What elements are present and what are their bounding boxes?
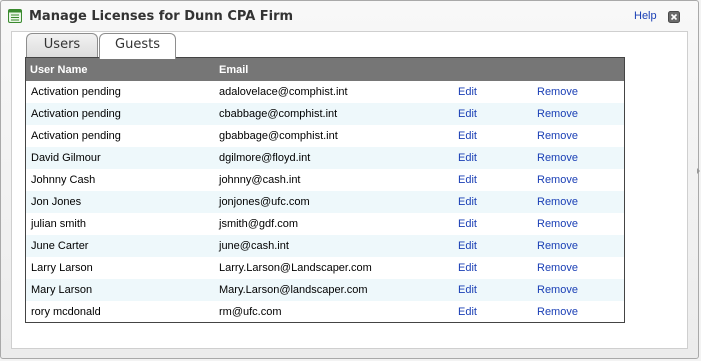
user-name-cell: Activation pending — [31, 108, 121, 120]
tab-users[interactable]: Users — [26, 33, 98, 58]
email-cell: cbabbage@comphist.int — [219, 108, 338, 120]
user-name-cell: June Carter — [31, 240, 89, 252]
email-cell: jonjones@ufc.com — [219, 196, 310, 208]
table-row: Activation pending gbabbage@comphist.int E… — [26, 125, 624, 147]
user-name-cell: David Gilmour — [31, 152, 101, 164]
remove-link[interactable]: Remove — [537, 130, 578, 142]
remove-link[interactable]: Remove — [537, 152, 578, 164]
user-name-cell: julian smith — [31, 218, 87, 230]
column-header-email: Email — [219, 64, 249, 76]
remove-link[interactable]: Remove — [537, 196, 578, 208]
email-cell: adalovelace@comphist.int — [219, 86, 348, 98]
user-name-cell: Jon Jones — [31, 196, 82, 208]
column-header-user-name: User Name — [30, 64, 88, 76]
edit-link[interactable]: Edit — [458, 108, 477, 120]
table-row: Larry Larson Larry.Larson@Landscaper.com E… — [26, 257, 624, 279]
table-row: David Gilmour dgilmore@floyd.int Edit Remov… — [26, 147, 624, 169]
table-row: Activation pending cbabbage@comphist.int E… — [26, 103, 624, 125]
table-row: julian smith jsmith@gdf.com Edit Remove — [26, 213, 624, 235]
remove-link[interactable]: Remove — [537, 262, 578, 274]
email-cell: jsmith@gdf.com — [219, 218, 299, 230]
table-header: User Name Email — [26, 58, 624, 81]
edit-link[interactable]: Edit — [458, 174, 477, 186]
remove-link[interactable]: Remove — [537, 174, 578, 186]
remove-link[interactable]: Remove — [537, 218, 578, 230]
user-name-cell: Johnny Cash — [31, 174, 96, 186]
email-cell: gbabbage@comphist.int — [219, 130, 338, 142]
edit-link[interactable]: Edit — [458, 86, 477, 98]
dialog-titlebar: Manage Licenses for Dunn CPA Firm Help — [1, 1, 698, 31]
resize-edge-icon — [697, 168, 700, 174]
remove-link[interactable]: Remove — [537, 86, 578, 98]
email-cell: rm@ufc.com — [219, 306, 282, 318]
email-cell: Larry.Larson@Landscaper.com — [219, 262, 372, 274]
remove-link[interactable]: Remove — [537, 240, 578, 252]
email-cell: johnny@cash.int — [219, 174, 301, 186]
user-name-cell: Larry Larson — [31, 262, 93, 274]
edit-link[interactable]: Edit — [458, 130, 477, 142]
edit-link[interactable]: Edit — [458, 306, 477, 318]
remove-link[interactable]: Remove — [537, 306, 578, 318]
edit-link[interactable]: Edit — [458, 284, 477, 296]
close-icon[interactable] — [668, 11, 680, 23]
table-row: Activation pending adalovelace@comphist.i… — [26, 81, 624, 103]
table-row: Mary Larson Mary.Larson@landscaper.com Edi… — [26, 279, 624, 301]
email-cell: dgilmore@floyd.int — [219, 152, 311, 164]
table-row: Jon Jones jonjones@ufc.com Edit Remove — [26, 191, 624, 213]
list-window-icon — [8, 9, 22, 23]
remove-link[interactable]: Remove — [537, 108, 578, 120]
user-name-cell: Mary Larson — [31, 284, 93, 296]
edit-link[interactable]: Edit — [458, 262, 477, 274]
table-row: June Carter june@cash.int Edit Remove — [26, 235, 624, 257]
tab-guests[interactable]: Guests — [99, 33, 176, 59]
table-row: Johnny Cash johnny@cash.int Edit Remove — [26, 169, 624, 191]
table-row: rory mcdonald rm@ufc.com Edit Remove — [26, 301, 624, 323]
help-link[interactable]: Help — [634, 10, 657, 22]
user-name-cell: rory mcdonald — [31, 306, 101, 318]
edit-link[interactable]: Edit — [458, 218, 477, 230]
guests-table: User Name Email Activation pending adalov… — [25, 57, 625, 323]
user-name-cell: Activation pending — [31, 130, 121, 142]
edit-link[interactable]: Edit — [458, 152, 477, 164]
remove-link[interactable]: Remove — [537, 284, 578, 296]
dialog-title: Manage Licenses for Dunn CPA Firm — [29, 9, 294, 24]
user-name-cell: Activation pending — [31, 86, 121, 98]
email-cell: Mary.Larson@landscaper.com — [219, 284, 368, 296]
email-cell: june@cash.int — [219, 240, 289, 252]
edit-link[interactable]: Edit — [458, 196, 477, 208]
edit-link[interactable]: Edit — [458, 240, 477, 252]
